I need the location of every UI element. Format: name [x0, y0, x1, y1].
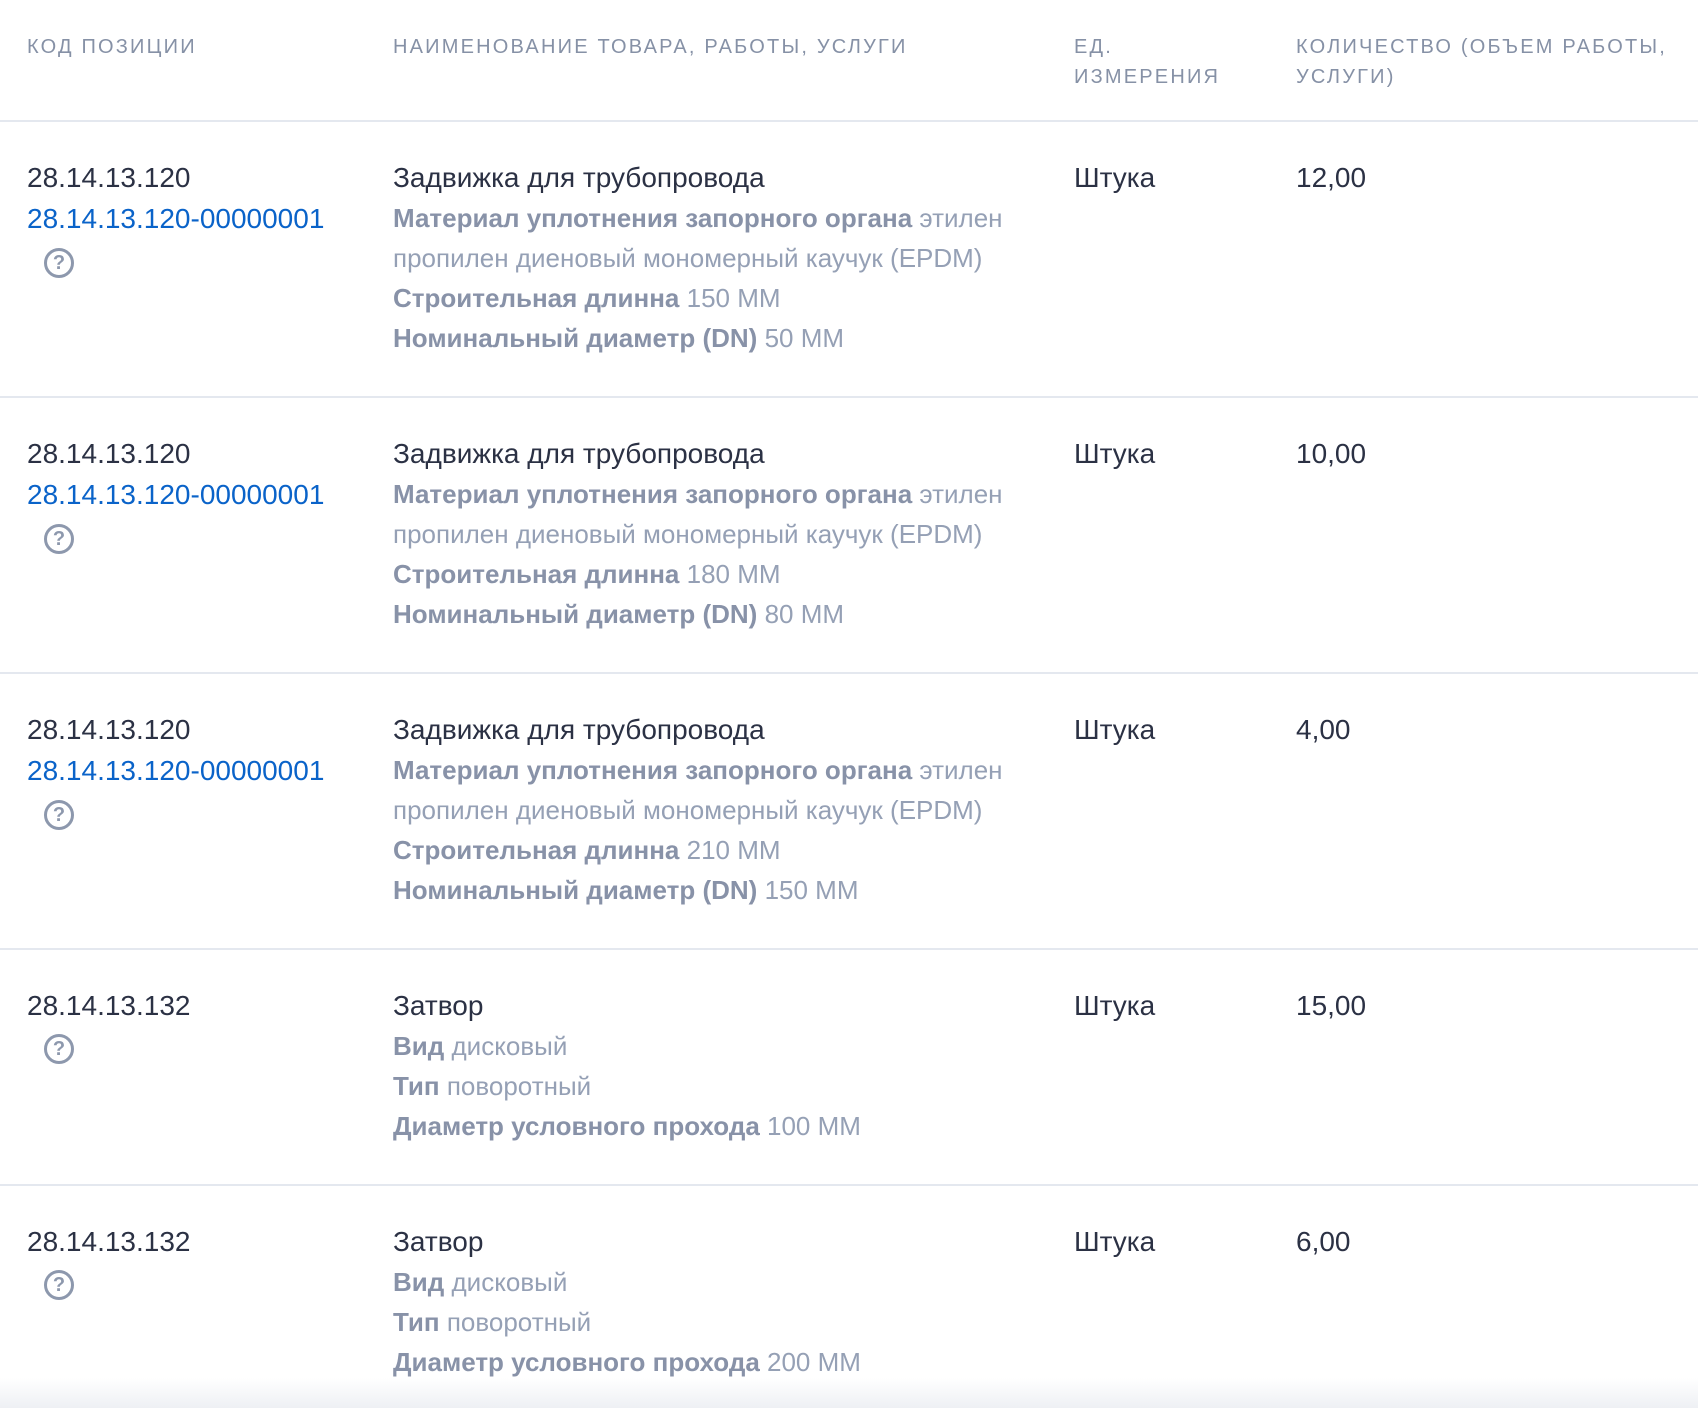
position-code-cell: 28.14.13.120 28.14.13.120-00000001 ?: [27, 158, 367, 278]
okpd-code: 28.14.13.120: [27, 162, 191, 193]
item-title: Затвор: [393, 990, 484, 1021]
table-header: КОД ПОЗИЦИИ НАИМЕНОВАНИЕ ТОВАРА, РАБОТЫ,…: [0, 0, 1698, 122]
attribute-name: Диаметр условного прохода: [393, 1111, 760, 1141]
header-unit-line1: ЕД.: [1074, 36, 1114, 58]
item-attribute: Тип поворотный: [393, 1066, 1033, 1106]
quantity-cell: 6,00: [1296, 1226, 1351, 1257]
header-unit-line2: ИЗМЕРЕНИЯ: [1074, 66, 1221, 88]
table-row: 28.14.13.132 ? Затвор Вид дисковый Тип п…: [0, 1186, 1698, 1408]
table-row: 28.14.13.120 28.14.13.120-00000001 ? Зад…: [0, 398, 1698, 674]
attribute-value: 210 ММ: [686, 835, 781, 865]
quantity-cell: 15,00: [1296, 990, 1367, 1021]
item-name-cell: Затвор Вид дисковый Тип поворотный Диаме…: [393, 1222, 1033, 1382]
item-attribute: Диаметр условного прохода 200 ММ: [393, 1342, 1033, 1382]
attribute-name: Строительная длинна: [393, 559, 680, 589]
attribute-name: Строительная длинна: [393, 283, 680, 313]
attribute-name: Тип: [393, 1071, 440, 1101]
header-unit: ЕД. ИЗМЕРЕНИЯ: [1074, 32, 1244, 92]
header-code: КОД ПОЗИЦИИ: [27, 36, 197, 58]
help-icon[interactable]: ?: [44, 1034, 74, 1064]
position-code-cell: 28.14.13.120 28.14.13.120-00000001 ?: [27, 710, 367, 830]
item-name-cell: Задвижка для трубопровода Материал уплот…: [393, 158, 1033, 358]
item-title: Затвор: [393, 1226, 484, 1257]
header-quantity-line2: УСЛУГИ): [1296, 66, 1396, 88]
item-title: Задвижка для трубопровода: [393, 714, 765, 745]
item-attribute: Строительная длинна 180 ММ: [393, 554, 1033, 594]
item-attribute: Номинальный диаметр (DN) 80 ММ: [393, 594, 1033, 634]
attribute-value: дисковый: [451, 1031, 568, 1061]
item-name-cell: Затвор Вид дисковый Тип поворотный Диаме…: [393, 986, 1033, 1146]
attribute-value: 150 ММ: [764, 875, 859, 905]
header-quantity: КОЛИЧЕСТВО (ОБЪЕМ РАБОТЫ, УСЛУГИ): [1296, 32, 1676, 92]
attribute-value: поворотный: [446, 1071, 592, 1101]
quantity-cell: 10,00: [1296, 438, 1367, 469]
bottom-fade: [0, 1378, 1698, 1408]
attribute-value: 180 ММ: [686, 559, 781, 589]
unit-cell: Штука: [1074, 438, 1156, 469]
item-attribute: Материал уплотнения запорного органа эти…: [393, 474, 1033, 554]
header-name: НАИМЕНОВАНИЕ ТОВАРА, РАБОТЫ, УСЛУГИ: [393, 36, 908, 58]
position-code-cell: 28.14.13.120 28.14.13.120-00000001 ?: [27, 434, 367, 554]
attribute-name: Диаметр условного прохода: [393, 1347, 760, 1377]
item-title: Задвижка для трубопровода: [393, 162, 765, 193]
item-attribute: Диаметр условного прохода 100 ММ: [393, 1106, 1033, 1146]
table-row: 28.14.13.132 ? Затвор Вид дисковый Тип п…: [0, 950, 1698, 1186]
attribute-value: 80 ММ: [764, 599, 845, 629]
unit-cell: Штука: [1074, 1226, 1156, 1257]
okpd-code: 28.14.13.120: [27, 714, 191, 745]
quantity-cell: 4,00: [1296, 714, 1351, 745]
attribute-name: Номинальный диаметр (DN): [393, 875, 758, 905]
attribute-name: Тип: [393, 1307, 440, 1337]
ktru-code-link[interactable]: 28.14.13.120-00000001: [27, 474, 367, 516]
okpd-code: 28.14.13.132: [27, 1226, 191, 1257]
attribute-value: 100 ММ: [767, 1111, 861, 1141]
attribute-name: Строительная длинна: [393, 835, 680, 865]
item-attribute: Номинальный диаметр (DN) 150 ММ: [393, 870, 1033, 910]
help-icon[interactable]: ?: [44, 1270, 74, 1300]
table-row: 28.14.13.120 28.14.13.120-00000001 ? Зад…: [0, 674, 1698, 950]
positions-table: КОД ПОЗИЦИИ НАИМЕНОВАНИЕ ТОВАРА, РАБОТЫ,…: [0, 0, 1698, 1408]
okpd-code: 28.14.13.132: [27, 990, 191, 1021]
item-attribute: Строительная длинна 210 ММ: [393, 830, 1033, 870]
position-code-cell: 28.14.13.132 ?: [27, 986, 367, 1064]
item-attribute: Материал уплотнения запорного органа эти…: [393, 750, 1033, 830]
help-icon[interactable]: ?: [44, 524, 74, 554]
item-attribute: Тип поворотный: [393, 1302, 1033, 1342]
item-name-cell: Задвижка для трубопровода Материал уплот…: [393, 710, 1033, 910]
attribute-name: Вид: [393, 1031, 445, 1061]
attribute-value: 150 ММ: [686, 283, 781, 313]
position-code-cell: 28.14.13.132 ?: [27, 1222, 367, 1300]
attribute-value: дисковый: [451, 1267, 568, 1297]
attribute-name: Материал уплотнения запорного органа: [393, 755, 913, 785]
attribute-name: Номинальный диаметр (DN): [393, 599, 758, 629]
table-row: 28.14.13.120 28.14.13.120-00000001 ? Зад…: [0, 122, 1698, 398]
quantity-cell: 12,00: [1296, 162, 1367, 193]
item-name-cell: Задвижка для трубопровода Материал уплот…: [393, 434, 1033, 634]
item-attribute: Строительная длинна 150 ММ: [393, 278, 1033, 318]
item-attribute: Номинальный диаметр (DN) 50 ММ: [393, 318, 1033, 358]
attribute-name: Материал уплотнения запорного органа: [393, 203, 913, 233]
okpd-code: 28.14.13.120: [27, 438, 191, 469]
unit-cell: Штука: [1074, 162, 1156, 193]
help-icon[interactable]: ?: [44, 800, 74, 830]
attribute-value: 200 ММ: [767, 1347, 861, 1377]
attribute-name: Номинальный диаметр (DN): [393, 323, 758, 353]
ktru-code-link[interactable]: 28.14.13.120-00000001: [27, 750, 367, 792]
item-title: Задвижка для трубопровода: [393, 438, 765, 469]
item-attribute: Материал уплотнения запорного органа эти…: [393, 198, 1033, 278]
ktru-code-link[interactable]: 28.14.13.120-00000001: [27, 198, 367, 240]
attribute-value: 50 ММ: [764, 323, 845, 353]
item-attribute: Вид дисковый: [393, 1262, 1033, 1302]
header-quantity-line1: КОЛИЧЕСТВО (ОБЪЕМ РАБОТЫ,: [1296, 36, 1668, 58]
help-icon[interactable]: ?: [44, 248, 74, 278]
unit-cell: Штука: [1074, 714, 1156, 745]
item-attribute: Вид дисковый: [393, 1026, 1033, 1066]
attribute-value: поворотный: [446, 1307, 592, 1337]
attribute-name: Вид: [393, 1267, 445, 1297]
unit-cell: Штука: [1074, 990, 1156, 1021]
attribute-name: Материал уплотнения запорного органа: [393, 479, 913, 509]
